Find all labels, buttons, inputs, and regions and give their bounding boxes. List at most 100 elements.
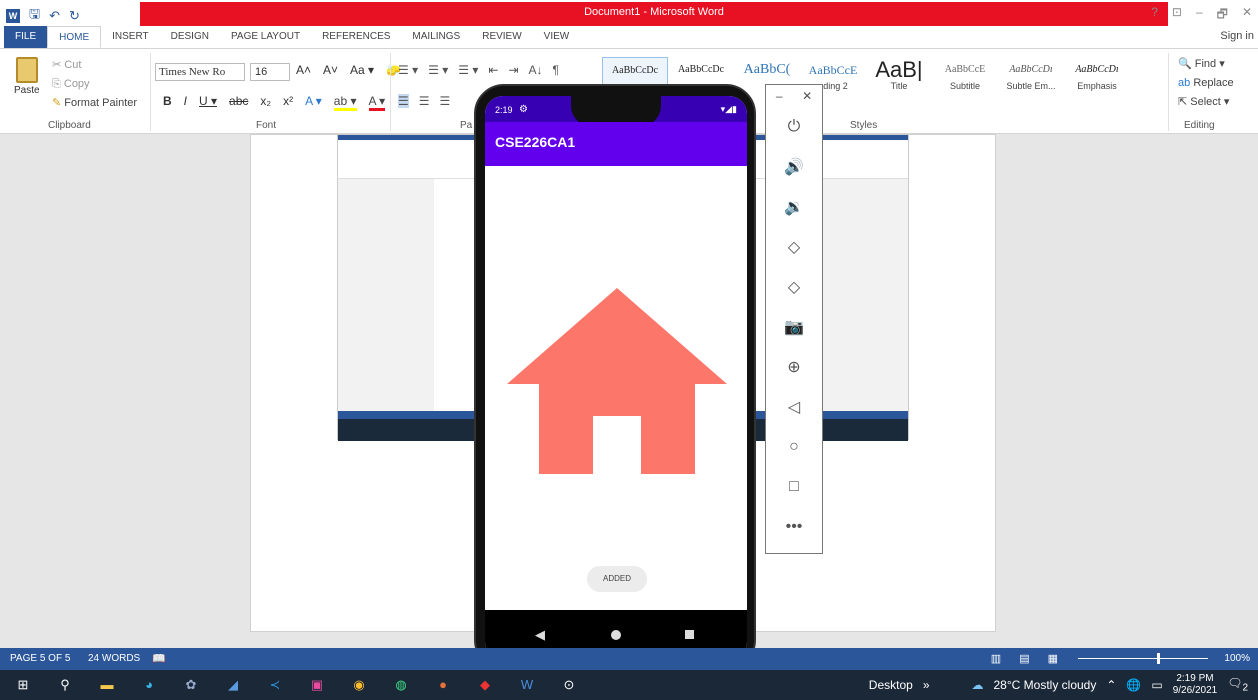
word-count[interactable]: 24 WORDS	[88, 653, 140, 664]
decrease-indent-button[interactable]: ⇤	[488, 63, 498, 77]
home-icon[interactable]	[611, 630, 621, 640]
tab-file[interactable]: FILE	[4, 26, 48, 48]
overview-icon[interactable]: □	[766, 467, 822, 507]
minimize-button[interactable]: –	[1196, 5, 1203, 26]
tab-view[interactable]: VIEW	[533, 26, 581, 48]
weather-icon[interactable]: ☁	[972, 678, 984, 692]
underline-button[interactable]: U ▾	[199, 94, 217, 111]
cut-button[interactable]: ✂ Cut	[52, 56, 137, 75]
grow-font-button[interactable]: A˄	[296, 63, 311, 77]
save-icon[interactable]: 🖫	[29, 5, 40, 27]
tab-mailings[interactable]: MAILINGS	[401, 26, 471, 48]
volume-down-icon[interactable]: 🔉	[766, 187, 822, 227]
proofing-icon[interactable]: 📖	[152, 652, 166, 665]
zoom-level[interactable]: 100%	[1224, 653, 1250, 664]
highlight-color-button[interactable]: ab ▾	[333, 94, 357, 111]
volume-up-icon[interactable]: 🔊	[766, 147, 822, 187]
camera-icon[interactable]: 📷	[766, 307, 822, 347]
minimize-icon[interactable]: –	[776, 89, 783, 103]
chevron-icon[interactable]: »	[923, 678, 930, 692]
bullets-button[interactable]: ☰ ▾	[398, 63, 418, 77]
app-icon[interactable]: ◢	[222, 674, 244, 696]
numbering-button[interactable]: ☰ ▾	[428, 63, 448, 77]
strikethrough-button[interactable]: abc	[229, 94, 248, 111]
android-studio-icon[interactable]: ◍	[390, 674, 412, 696]
paste-button[interactable]: Paste	[14, 57, 40, 96]
app-icon[interactable]: ⊙	[558, 674, 580, 696]
file-explorer-icon[interactable]: ▬	[96, 674, 118, 696]
edge-icon[interactable]: ◕	[138, 674, 160, 696]
copy-button[interactable]: ⎘ Copy	[52, 75, 137, 94]
back-icon[interactable]: ◁	[766, 387, 822, 427]
back-icon[interactable]: ◀	[535, 627, 545, 643]
close-button[interactable]: ✕	[1242, 5, 1252, 26]
subscript-button[interactable]: x₂	[260, 94, 271, 111]
home-icon[interactable]: ○	[766, 427, 822, 467]
shrink-font-button[interactable]: A˅	[323, 63, 338, 77]
ribbon-options-button[interactable]: ⊡	[1172, 5, 1182, 26]
app-icon[interactable]: ▣	[306, 674, 328, 696]
redo-icon[interactable]: ↻	[69, 8, 80, 24]
format-painter-button[interactable]: ✎ Format Painter	[52, 94, 137, 113]
rotate-right-icon[interactable]: ◇	[766, 267, 822, 307]
more-icon[interactable]: •••	[766, 507, 822, 547]
restore-button[interactable]: 🗗	[1217, 5, 1228, 26]
align-right-icon[interactable]: ☰	[440, 94, 451, 108]
read-mode-icon[interactable]: ▥	[991, 652, 1001, 665]
tray-up-icon[interactable]: ⌃	[1106, 678, 1116, 692]
close-icon[interactable]: ✕	[802, 89, 812, 103]
undo-icon[interactable]: ↶	[49, 8, 60, 24]
tab-design[interactable]: DESIGN	[160, 26, 220, 48]
show-marks-button[interactable]: ¶	[553, 63, 559, 77]
web-layout-icon[interactable]: ▦	[1048, 652, 1058, 665]
zoom-slider-thumb[interactable]	[1157, 653, 1160, 664]
windows-start-icon[interactable]: ⊞	[12, 674, 34, 696]
change-case-button[interactable]: Aa ▾	[350, 63, 374, 77]
sign-in-link[interactable]: Sign in	[1220, 30, 1254, 42]
power-icon[interactable]: ⏻	[766, 107, 822, 147]
zoom-icon[interactable]: ⊕	[766, 347, 822, 387]
tab-references[interactable]: REFERENCES	[311, 26, 401, 48]
bold-button[interactable]: B	[163, 94, 172, 111]
word-icon[interactable]: W	[516, 674, 538, 696]
sort-button[interactable]: A↓	[529, 63, 543, 77]
zoom-slider[interactable]	[1078, 658, 1208, 659]
tab-page-layout[interactable]: PAGE LAYOUT	[220, 26, 311, 48]
app-icon[interactable]: ●	[432, 674, 454, 696]
style-item[interactable]: AaBbCcDı Emphasis	[1064, 57, 1130, 95]
multilevel-list-button[interactable]: ☰ ▾	[458, 63, 478, 77]
font-name-select[interactable]: Times New Ro	[155, 63, 245, 81]
phone-screen[interactable]: 2:19 ⚙ ▾◢▮ CSE226CA1 ADDED ◀	[485, 96, 747, 660]
tab-home[interactable]: HOME	[47, 26, 102, 48]
find-button[interactable]: 🔍 Find ▾	[1178, 55, 1234, 74]
style-item[interactable]: AaB| Title	[866, 57, 932, 95]
align-left-icon[interactable]: ☰	[398, 94, 409, 108]
superscript-button[interactable]: x²	[283, 94, 293, 111]
text-effects-button[interactable]: A ▾	[305, 94, 322, 111]
align-center-icon[interactable]: ☰	[419, 94, 430, 108]
font-size-select[interactable]: 16	[250, 63, 290, 81]
battery-icon[interactable]: ▭	[1151, 678, 1162, 692]
page-count[interactable]: PAGE 5 OF 5	[10, 653, 70, 664]
recents-icon[interactable]	[685, 630, 694, 639]
print-layout-icon[interactable]: ▤	[1019, 652, 1029, 665]
help-button[interactable]: ?	[1151, 5, 1158, 26]
tab-insert[interactable]: INSERT	[101, 26, 160, 48]
font-color-button[interactable]: A ▾	[368, 94, 386, 111]
vscode-icon[interactable]: ≺	[264, 674, 286, 696]
replace-button[interactable]: ab Replace	[1178, 74, 1234, 93]
search-icon[interactable]: ⚲	[54, 674, 76, 696]
tab-review[interactable]: REVIEW	[471, 26, 532, 48]
notifications-icon[interactable]: 🗨2	[1227, 676, 1248, 693]
style-item[interactable]: AaBbCcDı Subtle Em...	[998, 57, 1064, 95]
style-item[interactable]: AaBbCcE Subtitle	[932, 57, 998, 95]
app-icon[interactable]: ✿	[180, 674, 202, 696]
globe-icon[interactable]: 🌐	[1126, 678, 1141, 692]
increase-indent-button[interactable]: ⇥	[508, 63, 518, 77]
weather-text[interactable]: 28°C Mostly cloudy	[994, 678, 1097, 692]
desktop-toolbar[interactable]: Desktop	[869, 678, 913, 692]
clock[interactable]: 2:19 PM 9/26/2021	[1173, 673, 1218, 697]
rotate-left-icon[interactable]: ◇	[766, 227, 822, 267]
italic-button[interactable]: I	[184, 94, 187, 111]
app-icon[interactable]: ◆	[474, 674, 496, 696]
